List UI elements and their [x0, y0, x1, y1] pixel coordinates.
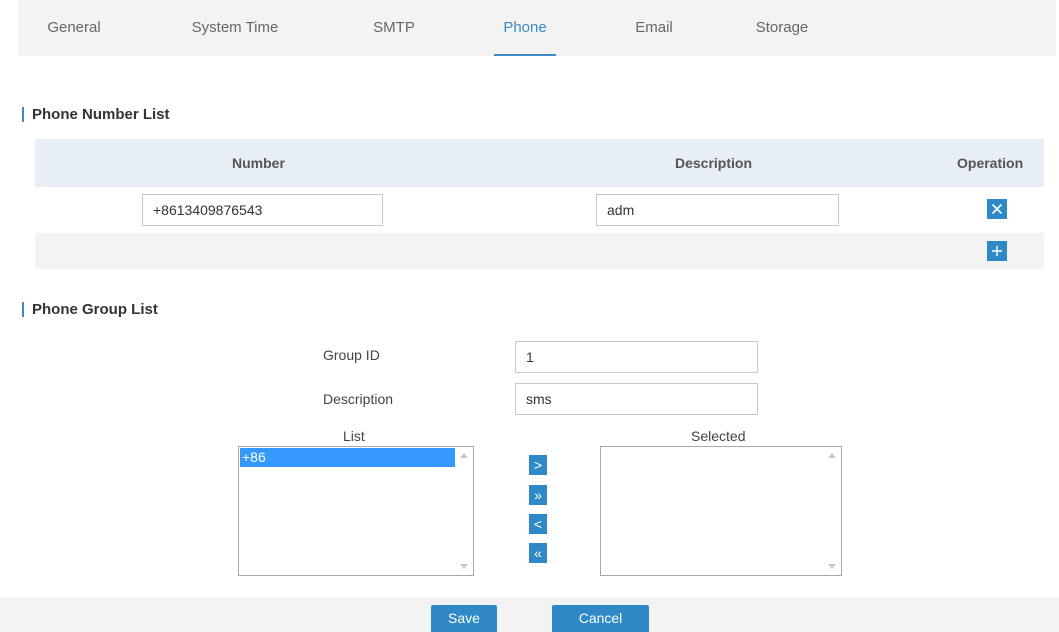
cancel-button[interactable]: Cancel	[552, 605, 649, 632]
add-row-button[interactable]	[987, 241, 1007, 261]
action-bar	[0, 597, 1059, 632]
tab-storage[interactable]: Storage	[744, 0, 820, 56]
column-number-header: Number	[232, 155, 285, 171]
scroll-down-icon[interactable]	[828, 564, 836, 569]
phone-description-input[interactable]	[596, 194, 839, 226]
tab-system-time[interactable]: System Time	[183, 0, 287, 56]
table-footer	[35, 233, 1044, 269]
remove-selected-button[interactable]: <	[529, 514, 547, 534]
list-scrollbar[interactable]	[456, 447, 473, 575]
selected-list[interactable]	[600, 446, 842, 576]
tab-smtp[interactable]: SMTP	[362, 0, 426, 56]
table-row	[35, 187, 1044, 233]
tab-general[interactable]: General	[42, 0, 106, 56]
column-description-header: Description	[675, 155, 753, 171]
list-item[interactable]: +86	[240, 448, 455, 467]
scroll-up-icon[interactable]	[460, 453, 468, 458]
scroll-up-icon[interactable]	[828, 453, 836, 458]
delete-row-button[interactable]	[987, 199, 1007, 219]
group-description-input[interactable]	[515, 383, 758, 415]
tab-phone[interactable]: Phone	[494, 0, 556, 56]
phone-number-input[interactable]	[142, 194, 383, 226]
group-id-input[interactable]	[515, 341, 758, 373]
tab-bar: General System Time SMTP Phone Email Sto…	[18, 0, 1056, 56]
phone-group-list-title: Phone Group List	[22, 302, 158, 317]
tab-email[interactable]: Email	[624, 0, 684, 56]
close-icon	[991, 203, 1003, 215]
phone-number-table-header: Number Description Operation	[35, 139, 1044, 187]
group-id-label: Group ID	[323, 347, 380, 363]
available-list[interactable]: +86	[238, 446, 474, 576]
add-all-button[interactable]: »	[529, 485, 547, 505]
phone-number-list-title: Phone Number List	[22, 107, 170, 122]
save-button[interactable]: Save	[431, 605, 497, 632]
list-label: List	[343, 428, 365, 444]
selected-scrollbar[interactable]	[824, 447, 841, 575]
group-description-label: Description	[323, 391, 394, 407]
remove-all-button[interactable]: «	[529, 543, 547, 563]
add-selected-button[interactable]: >	[529, 455, 547, 475]
selected-label: Selected	[691, 428, 746, 444]
column-operation-header: Operation	[957, 155, 1024, 171]
plus-icon	[992, 246, 1002, 256]
scroll-down-icon[interactable]	[460, 564, 468, 569]
